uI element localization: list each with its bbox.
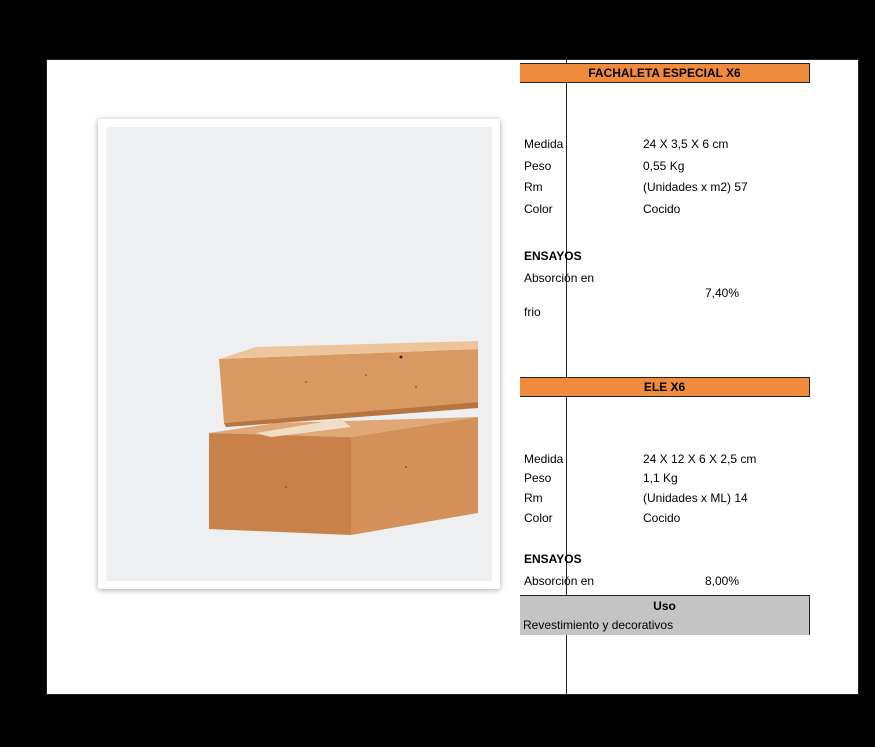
- product-1-test-value: 7,40%: [705, 286, 740, 300]
- product-1-header: FACHALETA ESPECIAL X6: [520, 63, 810, 83]
- product-photo: [98, 119, 500, 589]
- uso-title: Uso: [653, 599, 676, 613]
- product-2-ensayos-title: ENSAYOS: [524, 552, 582, 566]
- product-2-header: ELE X6: [520, 377, 810, 397]
- spec-value-color: Cocido: [643, 202, 681, 216]
- spec-label-rm: Rm: [524, 180, 543, 194]
- product-1-ensayos-title: ENSAYOS: [524, 249, 582, 263]
- spec-label-medida: Medida: [524, 452, 564, 466]
- brick-image: [209, 341, 478, 535]
- spec-value-rm: (Unidades x ML) 14: [643, 491, 748, 505]
- spec-value-rm: (Unidades x m2) 57: [643, 180, 748, 194]
- spec-value-medida: 24 X 3,5 X 6 cm: [643, 137, 729, 151]
- product-1-test-label-line1: Absorción en: [524, 271, 595, 285]
- spec-value-color: Cocido: [643, 511, 681, 525]
- spec-value-medida: 24 X 12 X 6 X 2,5 cm: [643, 452, 757, 466]
- uso-section: Uso Revestimiento y decorativos: [520, 595, 810, 635]
- spec-label-color: Color: [524, 511, 553, 525]
- spec-label-color: Color: [524, 202, 553, 216]
- product-2-test-value: 8,00%: [705, 574, 740, 588]
- product-2-test-label: Absorción en: [524, 574, 595, 588]
- product-1-test-label-line2: frio: [524, 305, 541, 319]
- spec-label-peso: Peso: [524, 159, 552, 173]
- spec-label-medida: Medida: [524, 137, 564, 151]
- spec-label-peso: Peso: [524, 471, 552, 485]
- spec-value-peso: 0,55 Kg: [643, 159, 685, 173]
- photo-background: [106, 127, 492, 581]
- uso-text: Revestimiento y decorativos: [523, 618, 674, 632]
- spec-label-rm: Rm: [524, 491, 543, 505]
- spec-value-peso: 1,1 Kg: [643, 471, 678, 485]
